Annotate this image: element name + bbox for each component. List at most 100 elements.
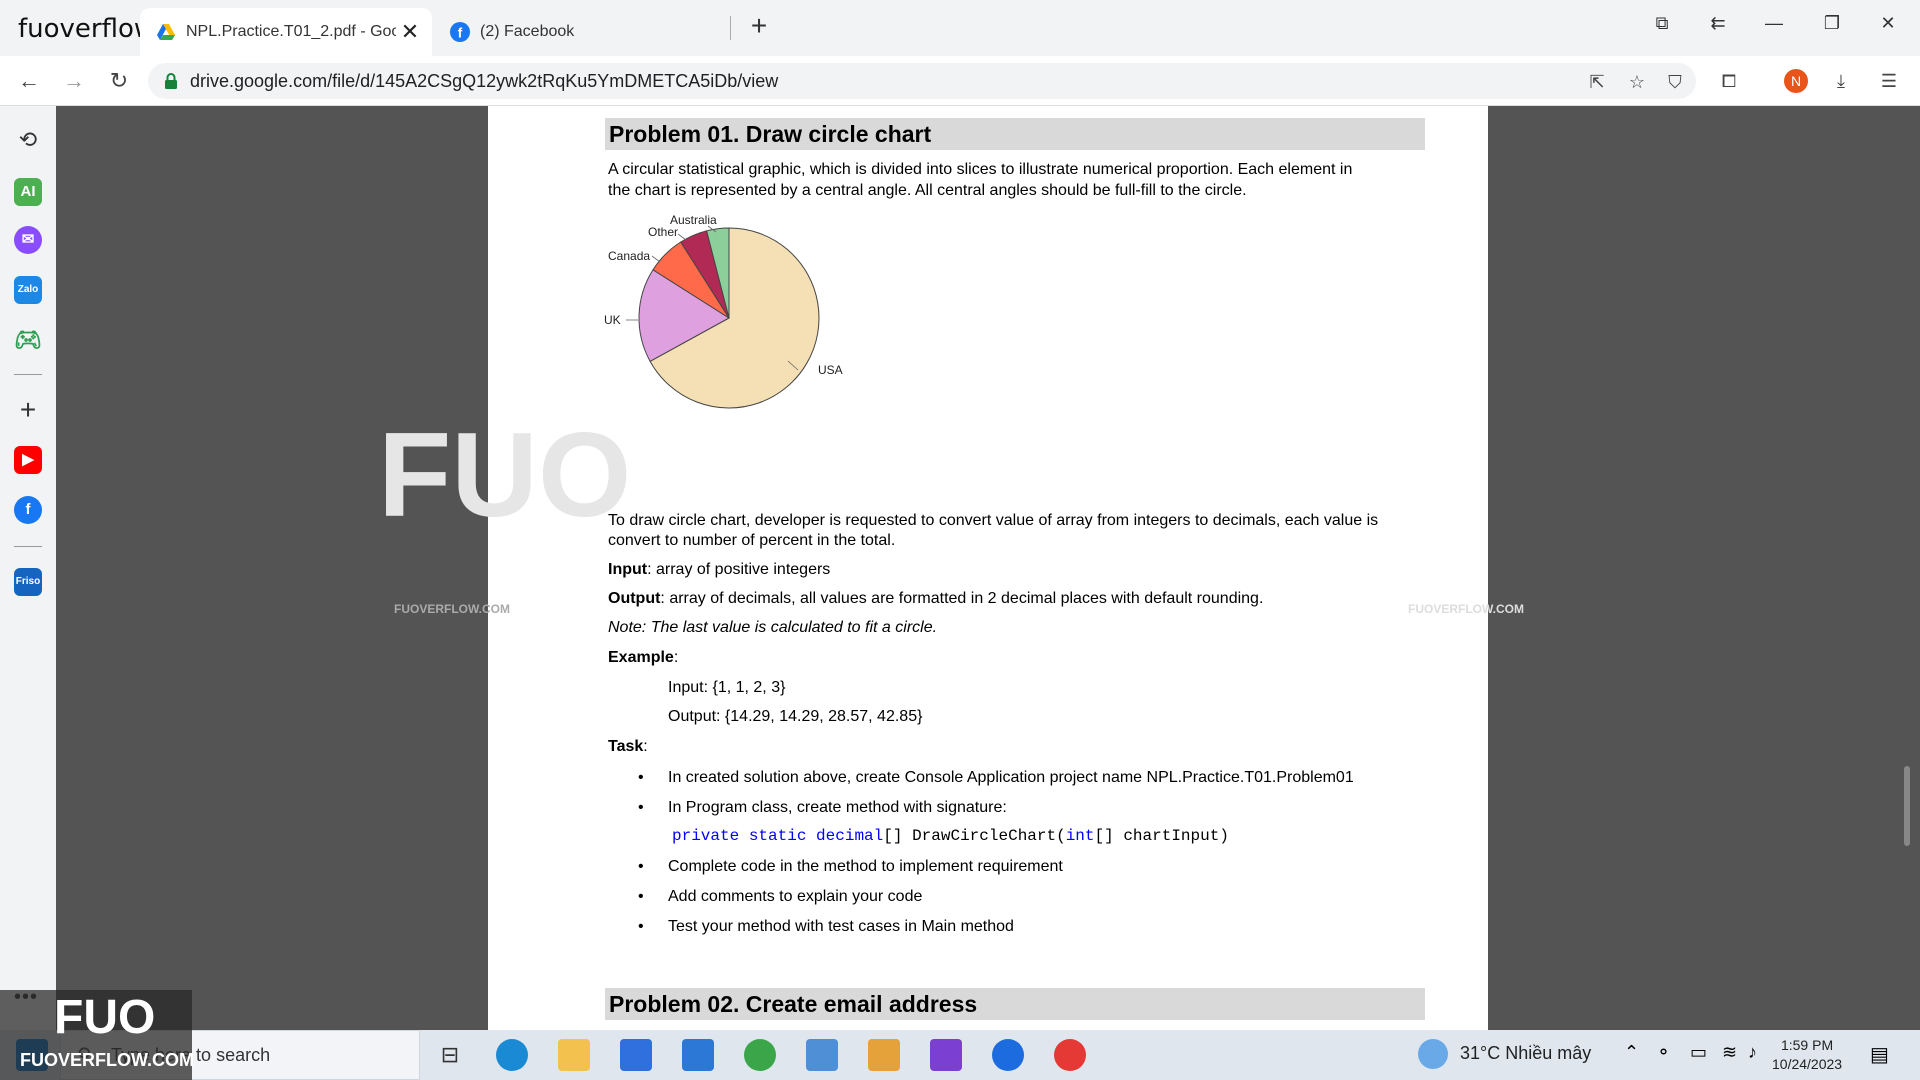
intro-line: the chart is represented by a central an… (608, 182, 1247, 199)
edge-icon[interactable] (496, 1039, 528, 1071)
menu-icon[interactable]: ☰ (1876, 70, 1902, 92)
pie-chart: USA UK Canada OtherAustralia (604, 213, 843, 409)
description-line: To draw circle chart, developer is reque… (608, 512, 1379, 529)
logo-text: FUO (54, 991, 156, 1044)
method-signature: private static decimal[] DrawCircleChart… (672, 826, 1229, 847)
task-view-icon[interactable]: ⊟ (434, 1039, 466, 1071)
friso-icon[interactable]: Friso (14, 568, 42, 596)
pie-label-other: Other (648, 225, 678, 239)
extensions-icon[interactable]: ⧠ (1716, 70, 1742, 92)
example-label: Example (608, 649, 674, 666)
problem-2-heading: Problem 02. Create email address (605, 988, 1425, 1020)
keyword: static (748, 827, 807, 845)
task-item: Add comments to explain your code (668, 888, 923, 905)
sidebar-divider (14, 546, 42, 547)
task-label: Task (608, 738, 644, 755)
app-tools-icon[interactable] (868, 1039, 900, 1071)
output-text: : array of decimals, all values are form… (660, 590, 1264, 607)
minimize-button[interactable]: — (1752, 6, 1796, 40)
browser-sidebar: ⟲ AI ✉ Zalo 🎮︎ + ▶ f Friso ••• (0, 106, 56, 1008)
weather-icon[interactable] (1418, 1039, 1448, 1069)
tab-facebook[interactable]: f (2) Facebook (440, 8, 730, 56)
pdf-viewer: FUO FUOVERFLOW.COM FUOVERFLOW.COM Proble… (56, 106, 1920, 1030)
chevron-up-icon[interactable]: ⌃ (1624, 1042, 1639, 1063)
scrollbar-thumb[interactable] (1904, 766, 1910, 846)
windows-taskbar: ⚲ Type here to search ⊟ 31°C Nhiều mây ⌃… (0, 1030, 1920, 1080)
game-controller-icon[interactable]: 🎮︎ (14, 326, 42, 354)
weather-text: 31°C Nhiều mây (1460, 1043, 1592, 1063)
watermark-text: FUOVERFLOW.COM (394, 602, 510, 616)
clock-date: 10/24/2023 (1772, 1056, 1843, 1072)
system-clock[interactable]: 1:59 PM 10/24/2023 (1772, 1036, 1842, 1074)
logo-subtext: FUOVERFLOW.COM (20, 1050, 194, 1070)
bookmark-star-icon[interactable]: ☆ (1624, 71, 1650, 93)
remote-desktop-icon[interactable] (806, 1039, 838, 1071)
close-window-button[interactable]: ✕ (1866, 6, 1910, 40)
file-explorer-icon[interactable] (558, 1039, 590, 1071)
download-icon[interactable]: ⤓ (1828, 70, 1854, 92)
history-icon[interactable]: ⟲ (14, 126, 42, 154)
google-drive-icon (157, 24, 175, 40)
bullet-icon: • (638, 888, 644, 905)
brand-label: fuoverflow (18, 14, 156, 44)
zalo-icon[interactable]: Zalo (14, 276, 42, 304)
zalo-taskbar-icon[interactable] (1054, 1039, 1086, 1071)
input-paragraph: Input: array of positive integers (608, 559, 830, 580)
coccoc-browser-icon[interactable] (744, 1039, 776, 1071)
visual-studio-icon[interactable] (930, 1039, 962, 1071)
network-icon[interactable]: ⚬ (1656, 1042, 1671, 1063)
add-app-icon[interactable]: + (14, 396, 42, 424)
restore-button[interactable]: ❐ (1810, 6, 1854, 40)
messenger-icon[interactable]: ✉ (14, 226, 42, 254)
task-item: Test your method with test cases in Main… (668, 918, 1014, 935)
app-store-icon[interactable] (992, 1039, 1024, 1071)
watermark-logo: FUO (378, 408, 632, 542)
keyword: private (672, 827, 740, 845)
input-text: : array of positive integers (647, 561, 831, 578)
example-output: Output: {14.29, 14.29, 28.57, 42.85} (668, 708, 923, 725)
back-list-icon[interactable]: ⇇ (1696, 6, 1740, 40)
sidebar-divider (14, 374, 42, 375)
mail-icon[interactable] (682, 1039, 714, 1071)
wifi-icon[interactable]: ≋ (1722, 1042, 1737, 1063)
task-paragraph: Task: (608, 738, 648, 755)
ai-assistant-icon[interactable]: AI (14, 178, 42, 206)
description-line: convert to number of percent in the tota… (608, 532, 896, 549)
tab-title: (2) Facebook (480, 23, 575, 40)
microsoft-store-icon[interactable] (620, 1039, 652, 1071)
lock-icon (165, 73, 177, 89)
pie-label-canada: Canada (608, 249, 650, 263)
facebook-icon: f (450, 22, 470, 42)
pdf-page: FUO FUOVERFLOW.COM FUOVERFLOW.COM Proble… (378, 106, 1524, 1030)
bullet-icon: • (638, 799, 644, 816)
svg-text:f: f (458, 25, 463, 41)
profile-avatar[interactable]: N (1784, 69, 1808, 93)
reload-button[interactable]: ↻ (102, 64, 136, 98)
battery-icon[interactable]: ▭ (1690, 1042, 1707, 1063)
code-text: [] chartInput) (1094, 827, 1229, 845)
tab-title: NPL.Practice.T01_2.pdf - Google... (186, 23, 396, 40)
bullet-icon: • (638, 858, 644, 875)
volume-icon[interactable]: ♪ (1748, 1042, 1757, 1063)
share-icon[interactable]: ⇱ (1584, 71, 1610, 93)
task-item: In Program class, create method with sig… (668, 799, 1007, 816)
close-tab-icon[interactable]: ✕ (396, 19, 424, 45)
facebook-sidebar-icon[interactable]: f (14, 496, 42, 524)
notification-icon[interactable]: ▤ (1870, 1042, 1889, 1067)
search-tabs-icon[interactable]: ⧉ (1640, 6, 1684, 40)
forward-button[interactable]: → (57, 64, 91, 98)
tab-drive-pdf[interactable]: NPL.Practice.T01_2.pdf - Google... ✕ (140, 8, 432, 56)
url-text: drive.google.com/file/d/145A2CSgQ12ywk2t… (190, 71, 779, 91)
shield-icon[interactable]: ⛉ (1662, 71, 1688, 93)
new-tab-button[interactable]: + (742, 10, 776, 44)
keyword: decimal (816, 827, 884, 845)
output-paragraph: Output: array of decimals, all values ar… (608, 588, 1263, 609)
back-button[interactable]: ← (12, 64, 46, 98)
bullet-icon: • (638, 918, 644, 935)
address-bar[interactable]: drive.google.com/file/d/145A2CSgQ12ywk2t… (148, 63, 1696, 99)
fuo-watermark-logo: FUO FUOVERFLOW.COM (0, 990, 194, 1080)
intro-line: A circular statistical graphic, which is… (608, 161, 1353, 178)
youtube-icon[interactable]: ▶ (14, 446, 42, 474)
code-text: [] DrawCircleChart( (883, 827, 1066, 845)
keyword: int (1065, 827, 1095, 845)
